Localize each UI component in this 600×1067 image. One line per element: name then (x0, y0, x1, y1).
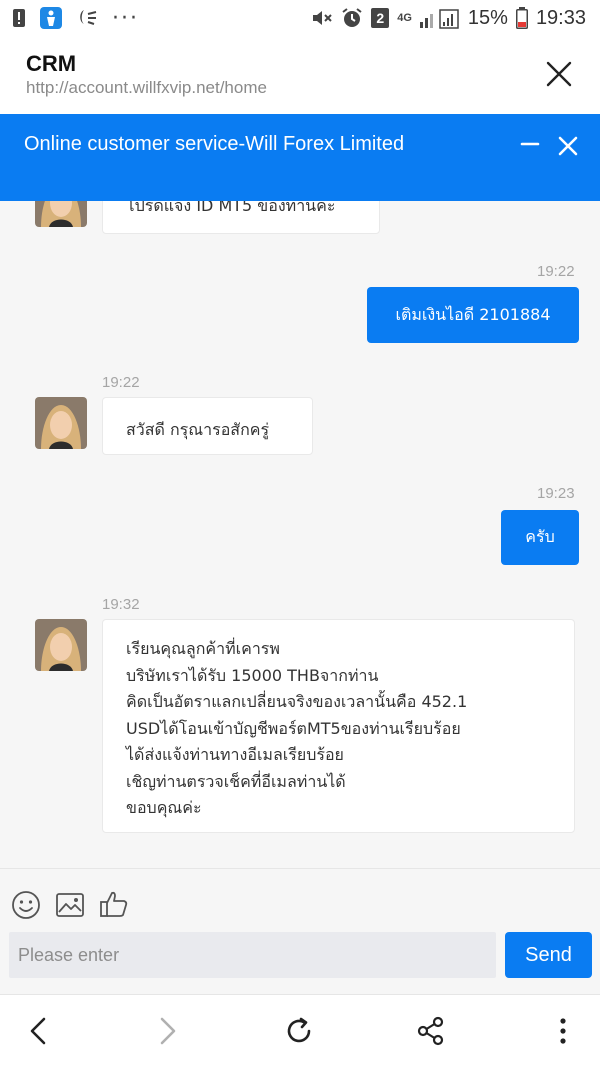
send-button[interactable]: Send (505, 932, 592, 978)
user-message: ครับ (501, 510, 579, 565)
service-banner: Online customer service-Will Forex Limit… (0, 114, 600, 201)
message-time: 19:32 (102, 596, 140, 613)
message-line: คิดเป็นอัตราแลกเปลี่ยนจริงของเวลานั้นคือ… (126, 692, 468, 711)
message-line: เรียนคุณลูกค้าที่เคารพ (126, 639, 280, 658)
battery-percent: 15% (467, 6, 508, 29)
agent-avatar (35, 201, 87, 227)
page-header: CRM http://account.willfxvip.net/home (0, 36, 600, 114)
emoji-icon[interactable] (11, 890, 41, 920)
alert-icon (12, 8, 26, 28)
forward-arrow-icon[interactable] (150, 1013, 186, 1049)
app-icon (40, 7, 62, 29)
signal-icon (419, 7, 460, 29)
reload-icon[interactable] (282, 1013, 318, 1049)
message-line: บริษัทเราได้รับ 15000 THBจากท่าน (126, 665, 379, 685)
network-type: 4G (397, 12, 412, 24)
message-time: 19:22 (537, 263, 575, 280)
composer: Send (0, 868, 600, 994)
clock: 19:33 (535, 6, 586, 29)
message-line: เชิญท่านตรวจเช็คที่อีเมลท่านได้ (126, 771, 346, 791)
agent-avatar (35, 619, 87, 671)
message-line: ได้ส่งแจ้งท่านทางอีเมลเรียบร้อย (126, 745, 344, 764)
more-notifications: ··· (112, 5, 139, 31)
message-line: ขอบคุณค่ะ (126, 798, 202, 817)
message-time: 19:22 (102, 374, 140, 391)
message-time: 19:23 (537, 485, 575, 502)
battery-icon (515, 7, 528, 29)
thumbs-up-icon[interactable] (99, 889, 129, 919)
message-line: USDได้โอนเข้าบัญชีพอร์ตMT5ของท่านเรียบร้… (126, 718, 461, 738)
message-line: เติมเงินไอดี 2101884 (395, 304, 551, 324)
agent-message: สวัสดี กรุณารอสักครู่ (102, 397, 313, 455)
message-line: โปรดแจ้ง ID MT5 ของท่านค่ะ (126, 201, 336, 215)
share-icon[interactable] (413, 1013, 449, 1049)
user-message: เติมเงินไอดี 2101884 (367, 287, 579, 343)
moon-signal-icon (76, 8, 98, 28)
sim-icon: 2 (371, 8, 390, 28)
close-icon[interactable] (554, 134, 582, 162)
page-title: CRM (26, 51, 77, 76)
page-url: http://account.willfxvip.net/home (26, 78, 267, 97)
message-line: สวัสดี กรุณารอสักครู่ (126, 420, 270, 439)
browser-nav (0, 994, 600, 1067)
close-icon[interactable] (544, 59, 574, 89)
chat-area[interactable]: โปรดแจ้ง ID MT5 ของท่านค่ะ 19:22 เติมเงิ… (0, 201, 600, 868)
banner-title: Online customer service-Will Forex Limit… (24, 133, 405, 155)
image-icon[interactable] (55, 890, 85, 920)
more-vertical-icon[interactable] (545, 1013, 581, 1049)
minimize-icon[interactable] (516, 134, 544, 162)
sim-badge: 2 (376, 10, 385, 26)
status-bar: ··· 2 4G 15% 19:33 (0, 0, 600, 36)
message-input[interactable] (9, 932, 496, 978)
alarm-icon (341, 7, 363, 29)
agent-message: เรียนคุณลูกค้าที่เคารพ บริษัทเราได้รับ 1… (102, 619, 575, 833)
agent-message: โปรดแจ้ง ID MT5 ของท่านค่ะ (102, 201, 380, 234)
message-line: ครับ (525, 527, 555, 546)
agent-avatar (35, 397, 87, 449)
mute-icon (311, 8, 333, 28)
back-arrow-icon[interactable] (20, 1013, 56, 1049)
